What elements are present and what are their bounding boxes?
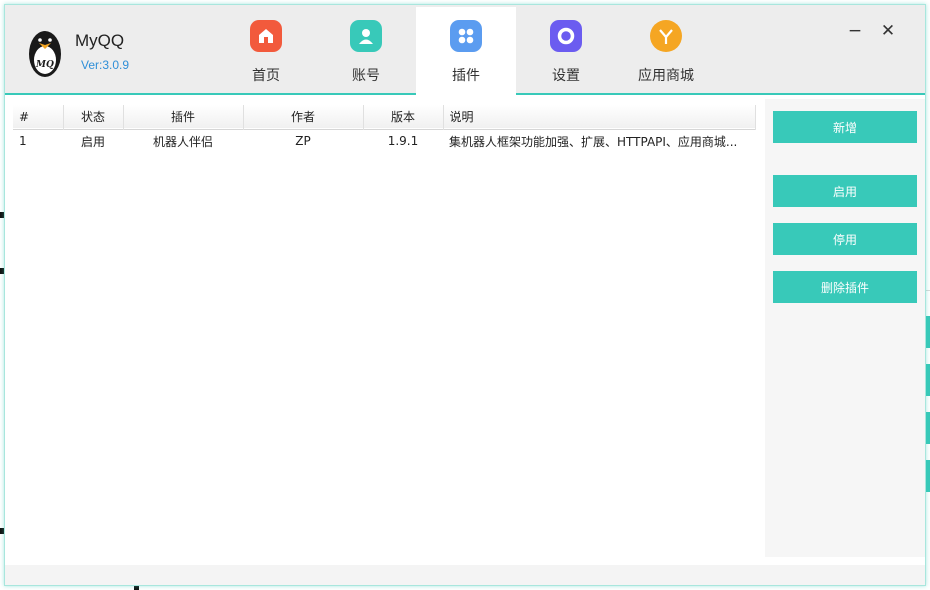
header-bar[interactable]: MQ MyQQ Ver:3.0.9 首页 账号 插件 设置 应用商城 − ✕ — [5, 5, 925, 97]
column-header-version[interactable]: 版本 — [363, 105, 444, 129]
enable-plugin-button[interactable]: 启用 — [773, 175, 917, 207]
action-panel: 新增 启用 停用 删除插件 — [765, 99, 925, 557]
column-header-status[interactable]: 状态 — [63, 105, 124, 129]
plugin-grid-icon — [450, 20, 482, 52]
tab-label: 插件 — [452, 68, 480, 84]
column-header-author[interactable]: 作者 — [243, 105, 364, 129]
tab-label: 首页 — [252, 68, 280, 84]
tab-app-store[interactable]: 应用商城 — [616, 7, 716, 95]
close-button[interactable]: ✕ — [876, 19, 900, 43]
tab-account[interactable]: 账号 — [316, 7, 416, 95]
home-icon — [250, 20, 282, 52]
tab-label: 账号 — [352, 68, 380, 84]
myqq-penguin-logo-icon: MQ — [27, 27, 63, 79]
delete-plugin-button[interactable]: 删除插件 — [773, 271, 917, 303]
plugin-table: # 状态 插件 作者 版本 说明 1 启用 机器人伴侣 ZP 1.9.1 集机器… — [13, 105, 756, 153]
add-plugin-button[interactable]: 新增 — [773, 111, 917, 143]
table-header-row: # 状态 插件 作者 版本 说明 — [13, 105, 756, 129]
background-app-fragment — [926, 316, 930, 348]
cell-author: ZP — [295, 134, 311, 149]
tab-label: 应用商城 — [638, 68, 694, 84]
tab-settings[interactable]: 设置 — [516, 7, 616, 95]
store-y-icon — [650, 20, 682, 52]
plugin-table-area[interactable]: # 状态 插件 作者 版本 说明 1 启用 机器人伴侣 ZP 1.9.1 集机器… — [13, 105, 756, 565]
app-version: Ver:3.0.9 — [81, 58, 130, 72]
tab-plugins[interactable]: 插件 — [416, 7, 516, 97]
column-header-index[interactable]: # — [13, 105, 64, 129]
svg-text:MQ: MQ — [35, 60, 54, 70]
background-app-fragment — [926, 290, 930, 291]
status-bar — [5, 565, 925, 585]
cell-status: 启用 — [80, 134, 105, 149]
background-app-fragment — [926, 412, 930, 444]
tab-label: 设置 — [552, 68, 580, 84]
background-app-fragment — [926, 460, 930, 492]
cell-index: 1 — [19, 134, 27, 149]
cell-plugin-name: 机器人伴侣 — [152, 134, 213, 149]
user-icon — [350, 20, 382, 52]
background-app-fragment — [926, 364, 930, 396]
cell-description: 集机器人框架功能加强、扩展、HTTPAPI、应用商城... — [449, 134, 738, 149]
background-app-fragment — [134, 586, 139, 590]
column-header-description[interactable]: 说明 — [443, 105, 756, 129]
cell-version: 1.9.1 — [387, 134, 419, 149]
app-title: MyQQ — [75, 31, 125, 50]
myqq-window: MQ MyQQ Ver:3.0.9 首页 账号 插件 设置 应用商城 − ✕ #… — [4, 4, 926, 586]
column-header-plugin[interactable]: 插件 — [123, 105, 244, 129]
minimize-button[interactable]: − — [843, 19, 867, 43]
settings-ring-icon — [550, 20, 582, 52]
tab-home[interactable]: 首页 — [216, 7, 316, 95]
disable-plugin-button[interactable]: 停用 — [773, 223, 917, 255]
table-row[interactable]: 1 启用 机器人伴侣 ZP 1.9.1 集机器人框架功能加强、扩展、HTTPAP… — [13, 129, 755, 153]
